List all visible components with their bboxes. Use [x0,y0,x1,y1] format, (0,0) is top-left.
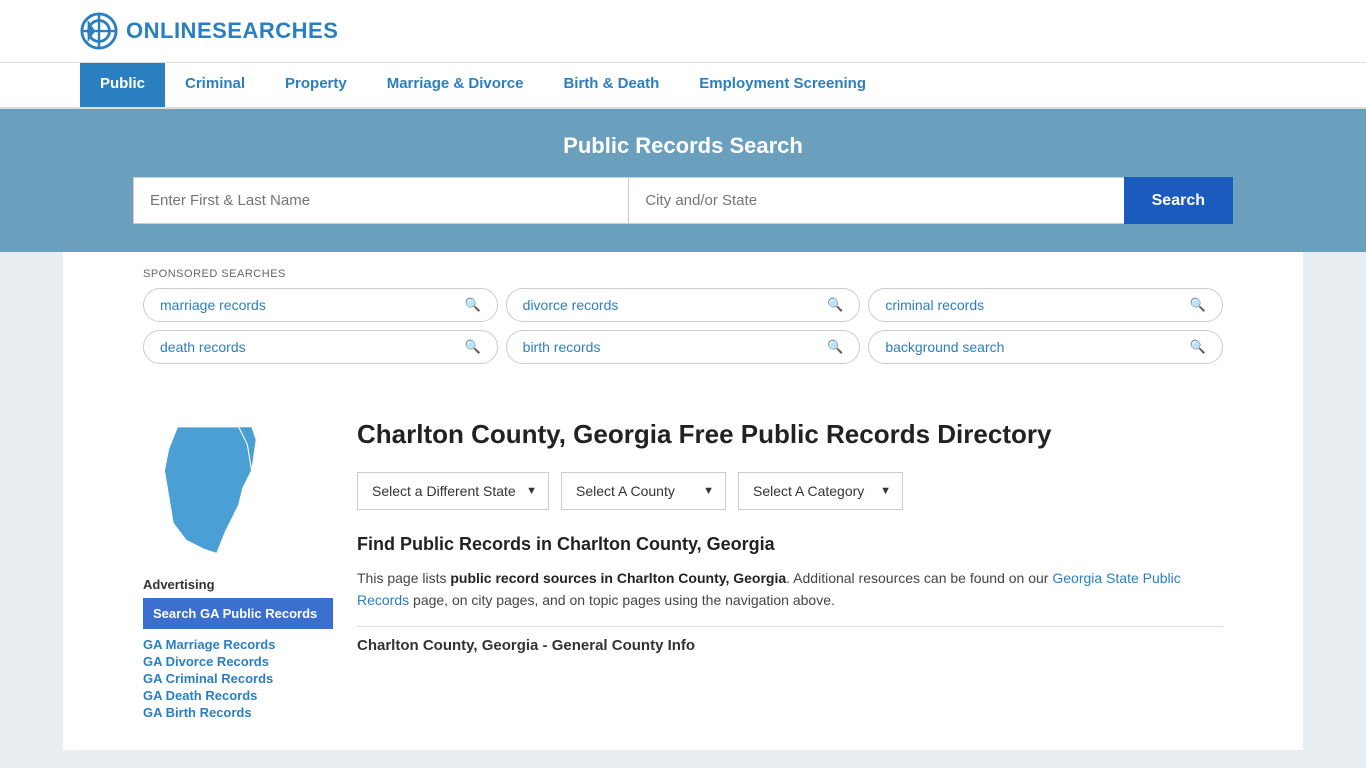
sponsored-tag-background-search[interactable]: background search 🔍 [868,330,1223,364]
sidebar-link-death[interactable]: GA Death Records [143,688,333,703]
sidebar-link-criminal[interactable]: GA Criminal Records [143,671,333,686]
state-map [143,418,273,558]
search-icon: 🔍 [464,339,480,355]
sidebar-link-divorce[interactable]: GA Divorce Records [143,654,333,669]
county-dropdown-wrapper: Select A County [561,472,726,510]
category-dropdown[interactable]: Select A Category [738,472,903,510]
page-title: Charlton County, Georgia Free Public Rec… [357,418,1223,452]
site-logo[interactable]: ONLINESEARCHES [80,12,338,50]
nav-criminal[interactable]: Criminal [165,63,265,107]
sponsored-tag-death-records[interactable]: death records 🔍 [143,330,498,364]
search-icon: 🔍 [464,297,480,313]
category-dropdown-wrapper: Select A Category [738,472,903,510]
sponsored-tag-label: divorce records [523,297,619,313]
main-nav: Public Criminal Property Marriage & Divo… [0,63,1366,109]
site-header: ONLINESEARCHES [0,0,1366,63]
sponsored-tag-divorce-records[interactable]: divorce records 🔍 [506,288,861,322]
sidebar-link-marriage[interactable]: GA Marriage Records [143,637,333,652]
nav-employment-screening[interactable]: Employment Screening [679,63,886,107]
search-icon: 🔍 [827,297,843,313]
description-bold: public record sources in Charlton County… [450,570,786,586]
search-icon: 🔍 [1190,297,1206,313]
search-form: Search [133,177,1233,224]
find-records-title: Find Public Records in Charlton County, … [357,534,1223,555]
sponsored-tag-label: background search [885,339,1004,355]
sidebar-links: GA Marriage Records GA Divorce Records G… [143,637,333,720]
sidebar-ad-block[interactable]: Search GA Public Records [143,598,333,629]
search-banner: Public Records Search Search [0,109,1366,252]
dropdowns-row: Select a Different State Select A County… [357,472,1223,510]
sponsored-tag-label: marriage records [160,297,266,313]
nav-public[interactable]: Public [80,63,165,107]
city-state-input[interactable] [628,177,1123,224]
search-icon: 🔍 [1190,339,1206,355]
sponsored-tag-label: death records [160,339,246,355]
search-icon: 🔍 [827,339,843,355]
county-info-title: Charlton County, Georgia - General Count… [357,637,1223,654]
sidebar: Advertising Search GA Public Records GA … [143,418,333,720]
name-input[interactable] [133,177,628,224]
banner-title: Public Records Search [80,133,1286,159]
nav-marriage-divorce[interactable]: Marriage & Divorce [367,63,544,107]
sidebar-link-birth[interactable]: GA Birth Records [143,705,333,720]
nav-birth-death[interactable]: Birth & Death [543,63,679,107]
county-dropdown[interactable]: Select A County [561,472,726,510]
main-container: SPONSORED SEARCHES marriage records 🔍 di… [63,252,1303,750]
logo-text: ONLINESEARCHES [126,18,338,44]
state-dropdown-wrapper: Select a Different State [357,472,549,510]
main-content: Charlton County, Georgia Free Public Rec… [357,418,1223,720]
description-start: This page lists [357,570,450,586]
sponsored-tag-birth-records[interactable]: birth records 🔍 [506,330,861,364]
sponsored-label: SPONSORED SEARCHES [143,268,1223,280]
sponsored-section: SPONSORED SEARCHES marriage records 🔍 di… [63,252,1303,418]
description-mid: . Additional resources can be found on o… [786,570,1052,586]
description-end: page, on city pages, and on topic pages … [409,592,835,608]
sponsored-tag-label: birth records [523,339,601,355]
sponsored-tag-criminal-records[interactable]: criminal records 🔍 [868,288,1223,322]
description-text: This page lists public record sources in… [357,567,1223,612]
state-dropdown[interactable]: Select a Different State [357,472,549,510]
nav-property[interactable]: Property [265,63,367,107]
search-button[interactable]: Search [1124,177,1233,224]
sidebar-advertising-label: Advertising [143,577,333,592]
sponsored-tag-marriage-records[interactable]: marriage records 🔍 [143,288,498,322]
section-divider [357,626,1223,627]
sponsored-tag-label: criminal records [885,297,984,313]
sponsored-grid: marriage records 🔍 divorce records 🔍 cri… [143,288,1223,364]
logo-icon [80,12,118,50]
body-layout: Advertising Search GA Public Records GA … [63,418,1303,750]
